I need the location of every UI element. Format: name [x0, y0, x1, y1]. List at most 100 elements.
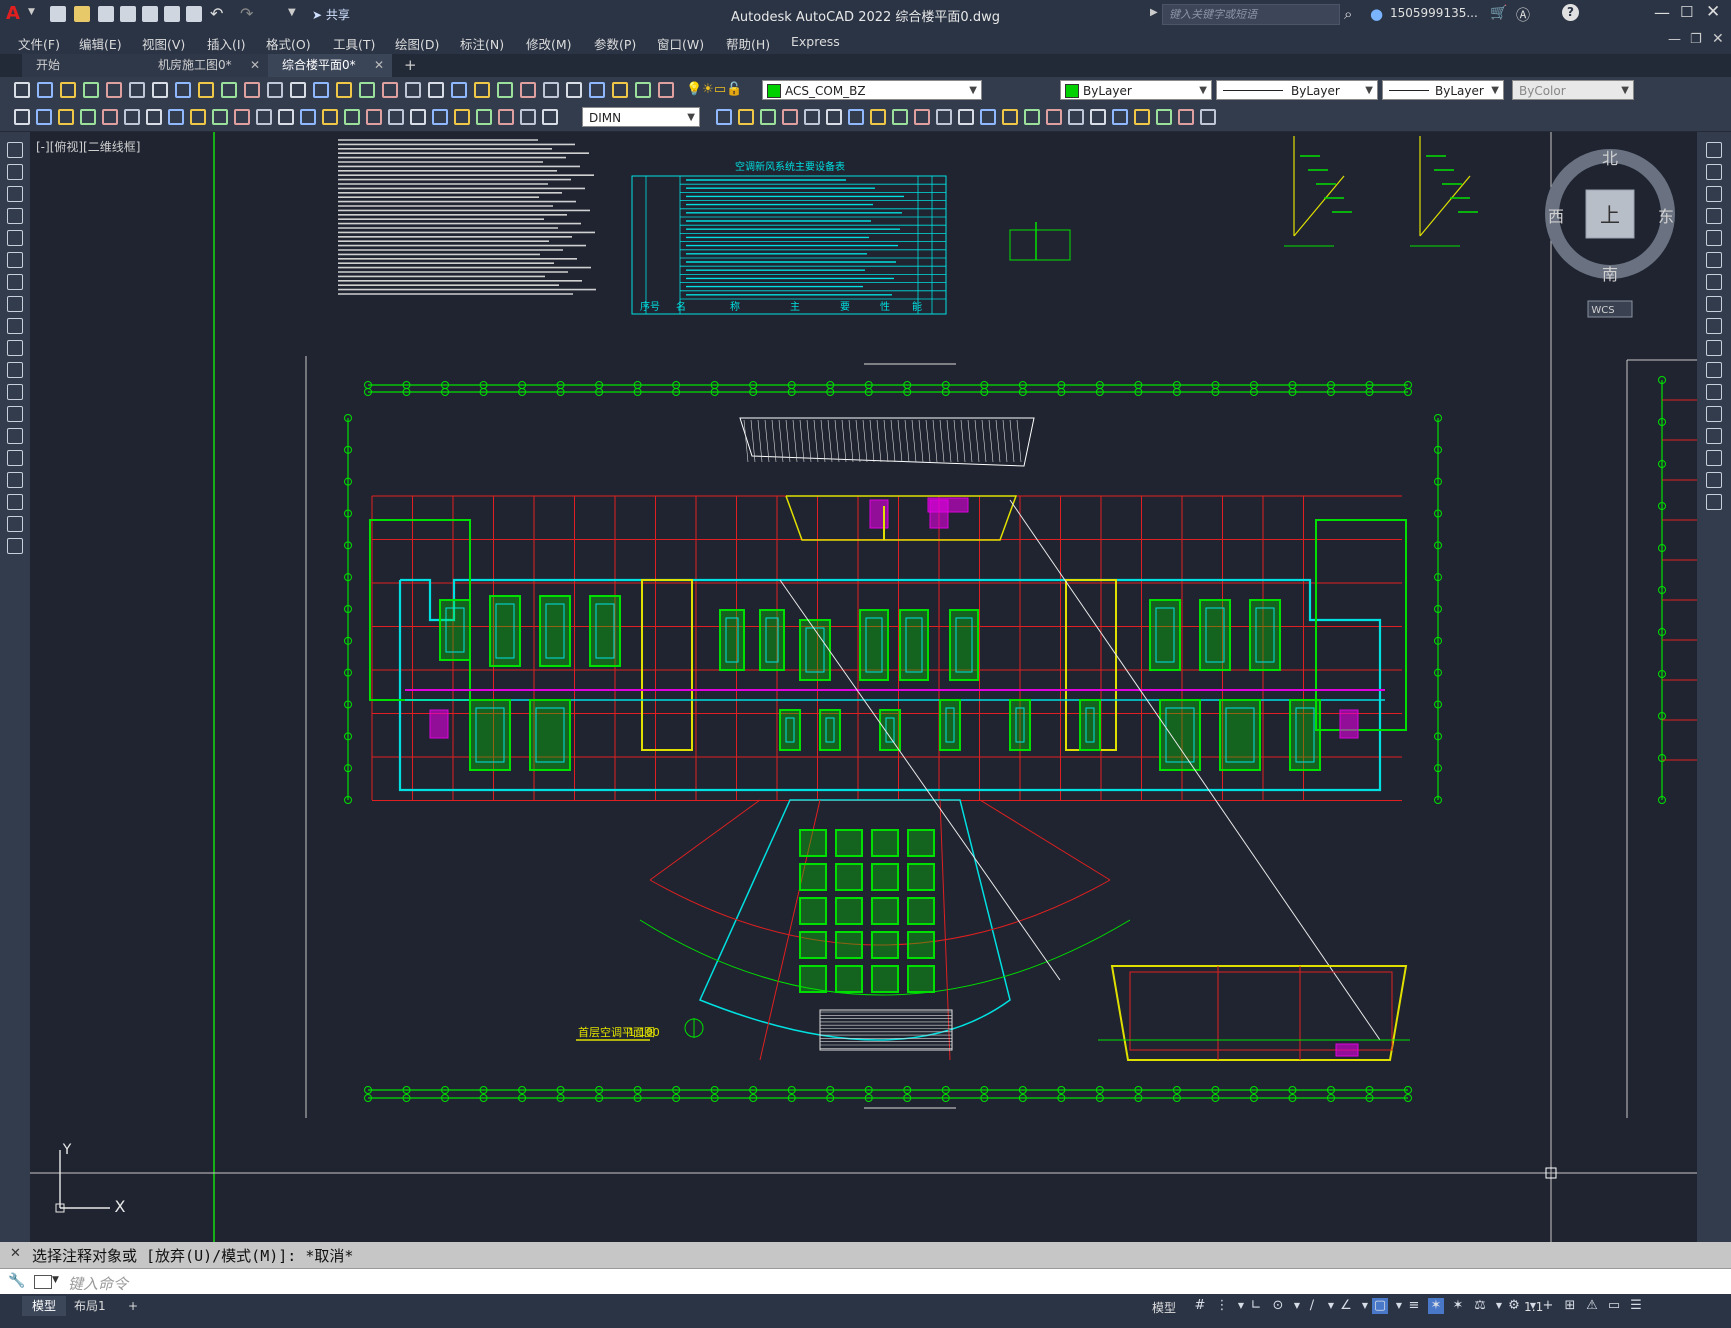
- dimension-tool-icon[interactable]: [278, 109, 294, 125]
- modify-tool-icon[interactable]: [1706, 230, 1722, 246]
- dimension-tool-icon[interactable]: [410, 109, 426, 125]
- standard-tool-icon[interactable]: [60, 82, 76, 98]
- modify-tool-icon[interactable]: [1706, 208, 1722, 224]
- modify-tool-icon[interactable]: [1706, 296, 1722, 312]
- status-toggle-icon[interactable]: ▼: [1326, 1298, 1336, 1314]
- doc-close-icon[interactable]: ✕: [1712, 31, 1724, 47]
- dimension-tool-icon[interactable]: [102, 109, 118, 125]
- dimension-tool-icon[interactable]: [892, 109, 908, 125]
- standard-tool-icon[interactable]: [106, 82, 122, 98]
- dimension-tool-icon[interactable]: [804, 109, 820, 125]
- status-toggle-icon[interactable]: ⋮: [1214, 1298, 1230, 1314]
- modify-tool-icon[interactable]: [1706, 428, 1722, 444]
- standard-tool-icon[interactable]: [612, 82, 628, 98]
- menu-file[interactable]: 文件(F): [18, 34, 60, 53]
- dimension-tool-icon[interactable]: [190, 109, 206, 125]
- modify-tool-icon[interactable]: [1706, 186, 1722, 202]
- status-toggle-icon[interactable]: ∠: [1338, 1298, 1354, 1314]
- help-icon[interactable]: ?: [1562, 4, 1579, 21]
- dimension-tool-icon[interactable]: [256, 109, 272, 125]
- standard-tool-icon[interactable]: [290, 82, 306, 98]
- standard-tool-icon[interactable]: [566, 82, 582, 98]
- menu-view[interactable]: 视图(V): [142, 34, 185, 53]
- status-toggle-icon[interactable]: ▭: [1606, 1298, 1622, 1314]
- dimension-tool-icon[interactable]: [826, 109, 842, 125]
- tab-start[interactable]: 开始: [22, 54, 144, 77]
- draw-tool-icon[interactable]: [7, 494, 23, 510]
- modify-tool-icon[interactable]: [1706, 384, 1722, 400]
- status-toggle-icon[interactable]: ✶: [1450, 1298, 1466, 1314]
- status-toggle-icon[interactable]: ✶: [1428, 1298, 1444, 1314]
- status-toggle-icon[interactable]: ⚠: [1584, 1298, 1600, 1314]
- menu-edit[interactable]: 编辑(E): [79, 34, 122, 53]
- dimension-tool-icon[interactable]: [322, 109, 338, 125]
- draw-tool-icon[interactable]: [7, 406, 23, 422]
- modify-tool-icon[interactable]: [1706, 252, 1722, 268]
- dimension-tool-icon[interactable]: [344, 109, 360, 125]
- layout-tab-layout1[interactable]: 布局1: [64, 1296, 116, 1316]
- draw-tool-icon[interactable]: [7, 230, 23, 246]
- close-icon[interactable]: ✕: [1706, 2, 1720, 22]
- menu-draw[interactable]: 绘图(D): [395, 34, 439, 53]
- status-toggle-icon[interactable]: ∕: [1304, 1298, 1320, 1314]
- draw-tool-icon[interactable]: [7, 362, 23, 378]
- draw-tool-icon[interactable]: [7, 428, 23, 444]
- modify-tool-icon[interactable]: [1706, 340, 1722, 356]
- standard-tool-icon[interactable]: [428, 82, 444, 98]
- draw-tool-icon[interactable]: [7, 340, 23, 356]
- standard-tool-icon[interactable]: [198, 82, 214, 98]
- dimension-tool-icon[interactable]: [1200, 109, 1216, 125]
- modify-tool-icon[interactable]: [1706, 142, 1722, 158]
- standard-tool-icon[interactable]: [175, 82, 191, 98]
- dimension-tool-icon[interactable]: [980, 109, 996, 125]
- standard-tool-icon[interactable]: [244, 82, 260, 98]
- draw-tool-icon[interactable]: [7, 186, 23, 202]
- dimension-tool-icon[interactable]: [738, 109, 754, 125]
- dimension-tool-icon[interactable]: [936, 109, 952, 125]
- dimension-tool-icon[interactable]: [848, 109, 864, 125]
- dimension-tool-icon[interactable]: [542, 109, 558, 125]
- standard-tool-icon[interactable]: [152, 82, 168, 98]
- menu-insert[interactable]: 插入(I): [207, 34, 245, 53]
- draw-tool-icon[interactable]: [7, 516, 23, 532]
- linetype-combo[interactable]: ByLayer ▼: [1216, 80, 1378, 100]
- dimension-tool-icon[interactable]: [958, 109, 974, 125]
- draw-tool-icon[interactable]: [7, 274, 23, 290]
- status-toggle-icon[interactable]: ⊙: [1270, 1298, 1286, 1314]
- modify-tool-icon[interactable]: [1706, 494, 1722, 510]
- wrench-icon[interactable]: 🔧: [8, 1273, 25, 1289]
- tab-close-icon[interactable]: ✕: [250, 54, 260, 77]
- standard-tool-icon[interactable]: [37, 82, 53, 98]
- standard-tool-icon[interactable]: [474, 82, 490, 98]
- tab-machine-room[interactable]: 机房施工图0* ✕: [144, 54, 268, 77]
- status-toggle-icon[interactable]: ▢: [1372, 1298, 1388, 1314]
- search-input[interactable]: 键入关键字或短语: [1162, 4, 1340, 25]
- layout-tab-model[interactable]: 模型: [22, 1296, 67, 1316]
- standard-tool-icon[interactable]: [635, 82, 651, 98]
- doc-minimize-icon[interactable]: —: [1668, 32, 1681, 47]
- draw-tool-icon[interactable]: [7, 450, 23, 466]
- standard-tool-icon[interactable]: [520, 82, 536, 98]
- add-layout-button[interactable]: +: [118, 1296, 148, 1316]
- dimension-tool-icon[interactable]: [782, 109, 798, 125]
- search-icon[interactable]: ⌕: [1344, 5, 1352, 23]
- command-line[interactable]: 🔧 ▼ 键入命令: [0, 1268, 1731, 1295]
- viewport-label[interactable]: [-][俯视][二维线框]: [36, 138, 140, 155]
- dimension-tool-icon[interactable]: [234, 109, 250, 125]
- draw-tool-icon[interactable]: [7, 538, 23, 554]
- dimension-tool-icon[interactable]: [1090, 109, 1106, 125]
- draw-tool-icon[interactable]: [7, 384, 23, 400]
- standard-tool-icon[interactable]: [451, 82, 467, 98]
- draw-tool-icon[interactable]: [7, 318, 23, 334]
- dimension-tool-icon[interactable]: [1068, 109, 1084, 125]
- menu-help[interactable]: 帮助(H): [726, 34, 770, 53]
- standard-tool-icon[interactable]: [83, 82, 99, 98]
- dimension-tool-icon[interactable]: [80, 109, 96, 125]
- draw-tool-icon[interactable]: [7, 208, 23, 224]
- standard-tool-icon[interactable]: [658, 82, 674, 98]
- dimension-tool-icon[interactable]: [14, 109, 30, 125]
- tab-close-icon[interactable]: ✕: [374, 54, 384, 77]
- status-toggle-icon[interactable]: ∟: [1248, 1298, 1264, 1314]
- plotstyle-combo[interactable]: ByColor ▼: [1512, 80, 1634, 100]
- command-input[interactable]: 键入命令: [68, 1273, 128, 1294]
